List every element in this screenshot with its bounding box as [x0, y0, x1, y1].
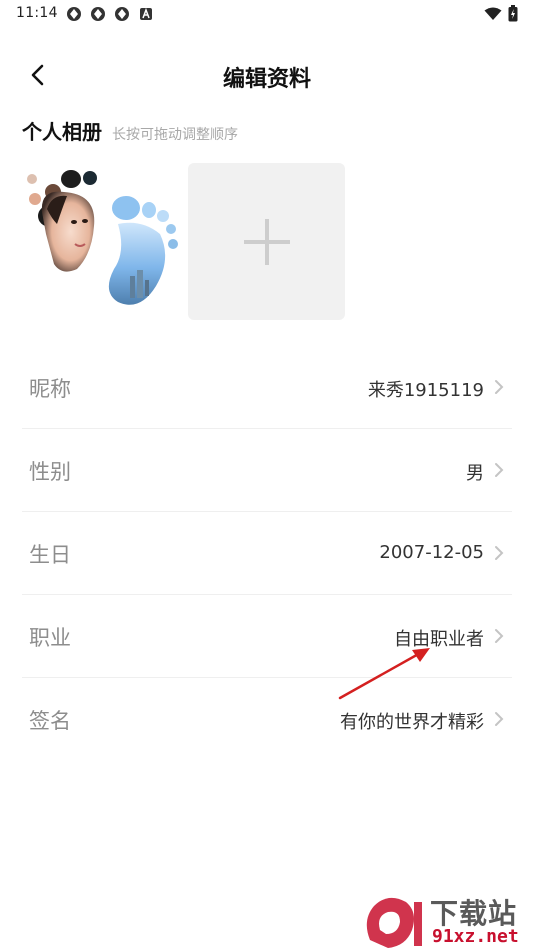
- status-time: 11:14: [16, 5, 58, 21]
- status-right-icons: [484, 5, 518, 22]
- app-icon: [91, 7, 105, 21]
- watermark-url: 91xz.net: [432, 926, 519, 947]
- app-icon: [67, 7, 81, 21]
- notification-icons: [66, 6, 154, 22]
- row-value: 男: [466, 463, 484, 484]
- chevron-right-icon: [495, 629, 504, 643]
- wifi-icon: [484, 7, 502, 20]
- row-label: 性别: [29, 460, 71, 484]
- page-title: 编辑资料: [222, 67, 311, 92]
- nav-bar: 编辑资料: [0, 48, 534, 102]
- app-icon: [115, 7, 129, 21]
- chevron-right-icon: [495, 463, 504, 477]
- row-value: 2007-12-05: [379, 542, 484, 563]
- row-label: 昵称: [29, 377, 71, 401]
- album-photo[interactable]: [22, 164, 182, 314]
- profile-row-gender[interactable]: 性别 男: [22, 429, 512, 512]
- status-bar: 11:14: [0, 0, 534, 28]
- chevron-right-icon: [495, 380, 504, 394]
- footprint-photo-image: [27, 170, 178, 305]
- battery-icon: [508, 5, 518, 22]
- profile-row-birthday[interactable]: 生日 2007-12-05: [22, 512, 512, 595]
- album-header: 个人相册 长按可拖动调整顺序: [22, 116, 238, 145]
- chevron-right-icon: [495, 712, 504, 726]
- album-hint: 长按可拖动调整顺序: [112, 127, 238, 143]
- plus-icon: [243, 218, 290, 265]
- row-value: 有你的世界才精彩: [340, 712, 484, 733]
- chevron-right-icon: [495, 546, 504, 560]
- row-value: 来秀1915119: [367, 380, 484, 401]
- add-photo-button[interactable]: [188, 163, 345, 320]
- row-label: 签名: [29, 709, 71, 733]
- row-label: 生日: [29, 543, 71, 567]
- profile-row-nickname[interactable]: 昵称 来秀1915119: [22, 346, 512, 429]
- annotation-arrow: [338, 648, 430, 700]
- a-badge-icon: [140, 7, 152, 20]
- album-title: 个人相册: [22, 120, 102, 144]
- row-label: 职业: [29, 626, 71, 650]
